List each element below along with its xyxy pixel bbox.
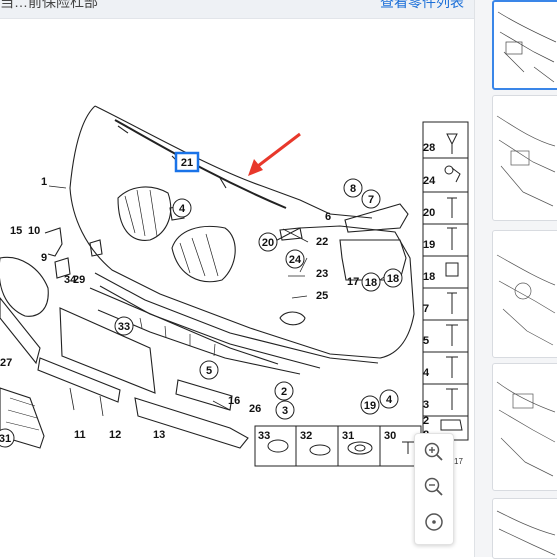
thumbnail-1[interactable] bbox=[492, 0, 557, 90]
trim-strip-12 bbox=[37, 357, 121, 403]
legend-7[interactable]: 7 bbox=[423, 303, 429, 315]
callout-label: 24 bbox=[289, 254, 302, 266]
legend-2[interactable]: 2 bbox=[423, 415, 429, 427]
callout-27[interactable]: 27 bbox=[0, 357, 12, 369]
callout-label: 18 bbox=[365, 277, 377, 289]
red-pointer-arrow bbox=[248, 159, 263, 176]
callout-26[interactable]: 26 bbox=[249, 403, 261, 415]
callout-label: 5 bbox=[206, 365, 212, 377]
callout-19[interactable]: 19 bbox=[360, 395, 380, 415]
thumbnail-5[interactable] bbox=[492, 498, 557, 559]
callout-9[interactable]: 9 bbox=[41, 252, 47, 264]
legend-3[interactable]: 3 bbox=[423, 399, 429, 411]
callout-16[interactable]: 16 bbox=[228, 395, 240, 407]
top-bar: 当…前保险杠部 查看零件列表 bbox=[0, 0, 474, 19]
legend-18[interactable]: 18 bbox=[423, 271, 435, 283]
callout-23[interactable]: 23 bbox=[316, 268, 328, 280]
legend-4[interactable]: 4 bbox=[423, 367, 430, 379]
callout-label: 20 bbox=[262, 237, 274, 249]
callout-24[interactable]: 24 bbox=[285, 249, 305, 269]
callout-label: 8 bbox=[350, 183, 356, 195]
callout-label: 7 bbox=[368, 194, 374, 206]
callout-label: 33 bbox=[118, 321, 130, 333]
callout-10[interactable]: 10 bbox=[28, 225, 40, 237]
reset-view-icon[interactable] bbox=[422, 510, 446, 534]
callout-34[interactable]: 34 bbox=[64, 274, 77, 286]
right-kidney-grille bbox=[171, 225, 236, 283]
callout-label: 31 bbox=[0, 433, 11, 445]
callout-13[interactable]: 13 bbox=[153, 429, 165, 441]
zoom-in-icon[interactable] bbox=[422, 440, 446, 464]
zoom-out-icon[interactable] bbox=[422, 475, 446, 499]
callout-18[interactable]: 18 bbox=[361, 272, 381, 292]
parts-diagram[interactable]: 21 2 3 4 5 7 8 18 19 20 24 31 33 4 18 1 6 9 10 11 12 13 15 16… bbox=[0, 18, 474, 557]
callout-2[interactable]: 2 bbox=[274, 381, 294, 401]
callout-3[interactable]: 3 bbox=[275, 400, 295, 420]
legend-28[interactable]: 28 bbox=[423, 142, 435, 154]
thumbnail-sidebar bbox=[474, 0, 557, 559]
callout-4[interactable]: 4 bbox=[172, 198, 192, 218]
callout-33[interactable]: 33 bbox=[114, 316, 134, 336]
legend-20[interactable]: 20 bbox=[423, 207, 435, 219]
callout-15[interactable]: 15 bbox=[10, 225, 22, 237]
legend-30[interactable]: 30 bbox=[384, 430, 396, 442]
callout-11[interactable]: 11 bbox=[74, 429, 86, 441]
callout-4b[interactable]: 4 bbox=[379, 389, 399, 409]
callout-21[interactable]: 21 bbox=[181, 157, 193, 169]
callout-18b[interactable]: 18 bbox=[383, 268, 403, 288]
callout-label: 4 bbox=[386, 394, 393, 406]
callout-label: 18 bbox=[387, 273, 399, 285]
callout-1[interactable]: 1 bbox=[41, 176, 47, 188]
callout-20[interactable]: 20 bbox=[258, 232, 278, 252]
callout-22[interactable]: 22 bbox=[316, 236, 328, 248]
legend-33[interactable]: 33 bbox=[258, 430, 270, 442]
callout-17[interactable]: 17 bbox=[347, 276, 359, 288]
breadcrumb: 当…前保险杠部 bbox=[0, 0, 98, 10]
legend-32[interactable]: 32 bbox=[300, 430, 312, 442]
callout-label: 4 bbox=[179, 203, 186, 215]
callout-label: 3 bbox=[282, 405, 288, 417]
callout-31[interactable]: 31 bbox=[0, 428, 15, 448]
thumbnail-4[interactable] bbox=[492, 363, 557, 491]
legend-5[interactable]: 5 bbox=[423, 335, 429, 347]
legend-19[interactable]: 19 bbox=[423, 239, 435, 251]
callout-6[interactable]: 6 bbox=[325, 211, 331, 223]
legend-31[interactable]: 31 bbox=[342, 430, 354, 442]
callout-7[interactable]: 7 bbox=[361, 189, 381, 209]
callout-5[interactable]: 5 bbox=[199, 360, 219, 380]
callout-label: 19 bbox=[364, 400, 376, 412]
zoom-controls bbox=[414, 433, 454, 545]
legend-24[interactable]: 24 bbox=[423, 175, 436, 187]
callout-8[interactable]: 8 bbox=[343, 178, 363, 198]
thumbnail-2[interactable] bbox=[492, 95, 557, 221]
callout-12[interactable]: 12 bbox=[109, 429, 121, 441]
callout-25[interactable]: 25 bbox=[316, 290, 328, 302]
thumbnail-3[interactable] bbox=[492, 230, 557, 358]
figure-code: 17 bbox=[454, 457, 463, 466]
view-parts-list-link[interactable]: 查看零件列表 bbox=[380, 0, 464, 12]
callout-label: 2 bbox=[281, 386, 287, 398]
